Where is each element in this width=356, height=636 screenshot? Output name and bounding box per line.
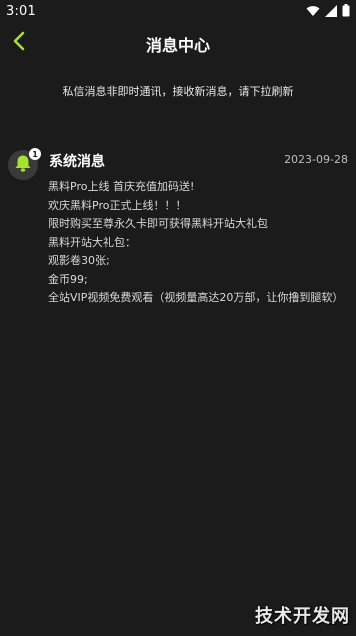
signal-icon: [325, 2, 337, 21]
status-time: 3:01: [6, 3, 36, 19]
status-bar: 3:01: [0, 0, 356, 22]
header: 消息中心: [0, 22, 356, 66]
message-line: 全站VIP视频免费观看（视频量高达20万部，让你撸到腿软）: [48, 291, 344, 304]
message-line: 观影卷30张;: [48, 254, 110, 267]
avatar: 1: [8, 148, 41, 180]
battery-icon: [342, 2, 350, 21]
wifi-icon: [306, 2, 320, 21]
unread-badge: 1: [29, 148, 41, 160]
message-body: 黑料Pro上线 首庆充值加码送! 欢庆黑料Pro正式上线！！！ 限时购买至尊永久…: [48, 178, 348, 308]
message-line: 限时购买至尊永久卡即可获得黑料开站大礼包: [48, 217, 268, 230]
message-line: 金币99;: [48, 272, 88, 286]
screen: 3:01 消息中心 私信消息非即时通讯，接收新消息，请下拉刷新 1 系统消息 2…: [0, 0, 356, 636]
message-title: 系统消息: [49, 154, 105, 170]
message-line: 欢庆黑料Pro正式上线！！！: [48, 198, 187, 212]
back-button[interactable]: [6, 30, 32, 56]
message-date: 2023-09-28: [284, 153, 348, 166]
watermark: 技术开发网: [255, 606, 350, 627]
status-icons: [306, 2, 350, 21]
refresh-notice: 私信消息非即时通讯，接收新消息，请下拉刷新: [62, 85, 294, 98]
message-line: 黑料Pro上线 首庆充值加码送!: [48, 180, 195, 193]
message-line: 黑料开站大礼包：: [48, 235, 136, 249]
page-title: 消息中心: [145, 36, 210, 55]
chevron-left-icon: [12, 30, 26, 56]
